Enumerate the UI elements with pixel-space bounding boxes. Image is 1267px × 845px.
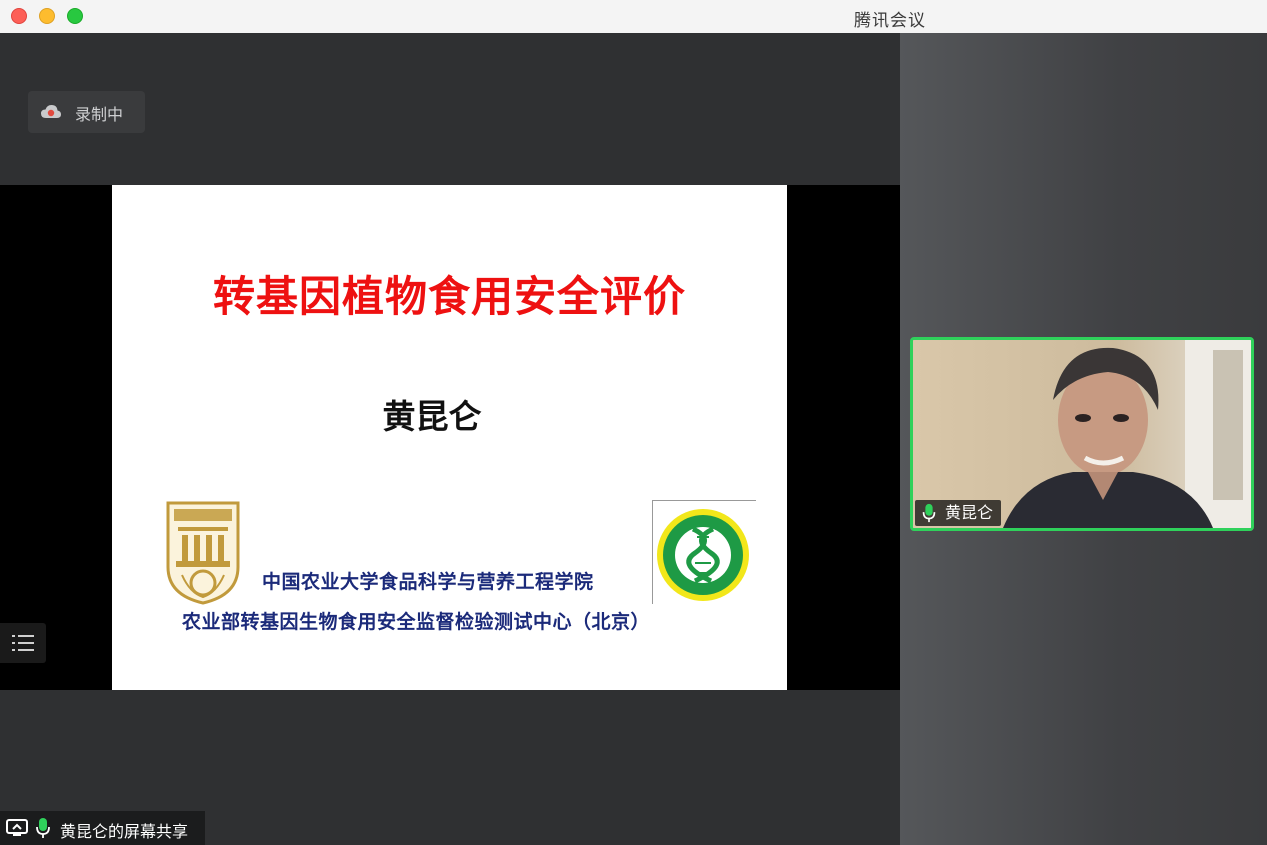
microphone-icon xyxy=(922,503,936,523)
meeting-window: 腾讯会议 录制中 转基因植物食用安全评价 黄昆仑 中国农业大学食品科学与营养工程… xyxy=(0,0,1267,845)
screen-share-area: 转基因植物食用安全评价 黄昆仑 中国农业大学食品科学与营养工程学院 农业部转基因… xyxy=(0,185,900,690)
testing-center-logo-icon xyxy=(652,500,756,604)
participant-name-tag: 黄昆仑 xyxy=(915,500,1002,526)
recording-label: 录制中 xyxy=(75,105,124,124)
screen-share-icon xyxy=(6,819,28,836)
presentation-slide: 转基因植物食用安全评价 黄昆仑 中国农业大学食品科学与营养工程学院 农业部转基因… xyxy=(112,185,787,690)
participant-panel: 黄昆仑 xyxy=(900,33,1267,845)
screen-share-label: 黄昆仑的屏幕共享 xyxy=(0,811,205,845)
slide-institution-line-1: 中国农业大学食品科学与营养工程学院 xyxy=(262,571,594,593)
minimize-window-button[interactable] xyxy=(39,8,55,24)
slide-title: 转基因植物食用安全评价 xyxy=(212,272,686,321)
maximize-window-button[interactable] xyxy=(67,8,83,24)
window-title: 腾讯会议 xyxy=(854,11,926,31)
slide-institution-line-2: 农业部转基因生物食用安全监督检验测试中心（北京） xyxy=(182,611,651,633)
cloud-record-icon xyxy=(41,105,61,118)
participant-name: 黄昆仑 xyxy=(945,503,994,522)
list-icon xyxy=(12,635,34,651)
member-list-button[interactable] xyxy=(0,623,46,663)
close-window-button[interactable] xyxy=(11,8,27,24)
screen-share-owner: 黄昆仑的屏幕共享 xyxy=(60,822,189,841)
slide-author: 黄昆仑 xyxy=(382,397,482,436)
main-stage: 录制中 转基因植物食用安全评价 黄昆仑 中国农业大学食品科学与营养工程学院 农业… xyxy=(0,33,900,845)
microphone-icon xyxy=(36,818,50,838)
participant-video-tile[interactable]: 黄昆仑 xyxy=(910,337,1254,531)
university-logo-icon xyxy=(166,501,240,605)
title-bar: 腾讯会议 xyxy=(0,0,1267,34)
recording-indicator[interactable]: 录制中 xyxy=(28,91,145,133)
